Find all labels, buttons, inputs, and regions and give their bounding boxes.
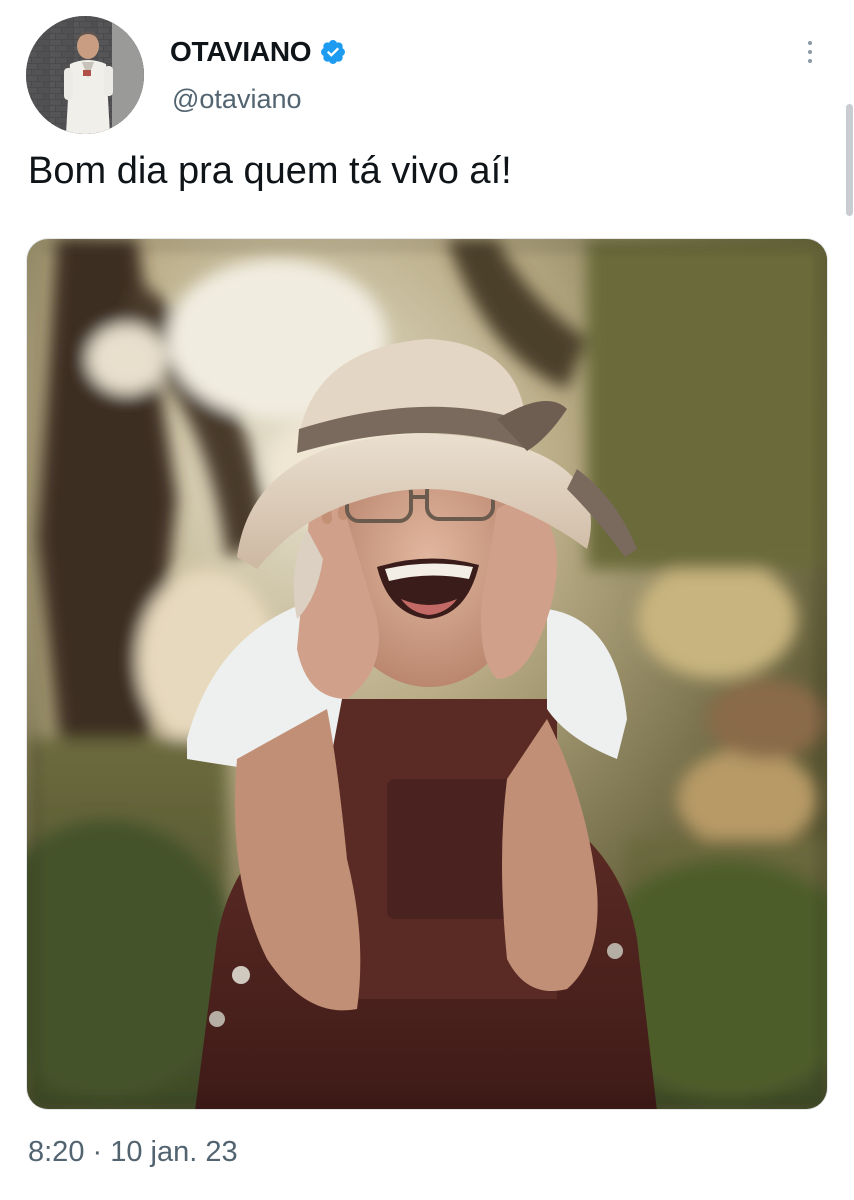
user-handle[interactable]: @otaviano: [172, 84, 302, 115]
tweet: OTAVIANO @otaviano Bom dia pra quem tá v…: [0, 0, 854, 1200]
display-name-row[interactable]: OTAVIANO: [170, 34, 347, 70]
avatar[interactable]: [26, 16, 144, 134]
more-dot: [808, 50, 812, 54]
more-dot: [808, 41, 812, 45]
display-name[interactable]: OTAVIANO: [170, 36, 312, 68]
photo-illustration: [27, 239, 827, 1109]
tweet-text: Bom dia pra quem tá vivo aí!: [28, 150, 512, 192]
tweet-timestamp[interactable]: 8:20 · 10 jan. 23: [28, 1136, 238, 1169]
avatar-image: [26, 16, 144, 134]
tweet-photo[interactable]: [26, 238, 828, 1110]
more-dot: [808, 59, 812, 63]
verified-badge-icon: [321, 40, 346, 64]
scrollbar-thumb[interactable]: [846, 104, 853, 216]
more-options-icon[interactable]: [796, 34, 824, 70]
